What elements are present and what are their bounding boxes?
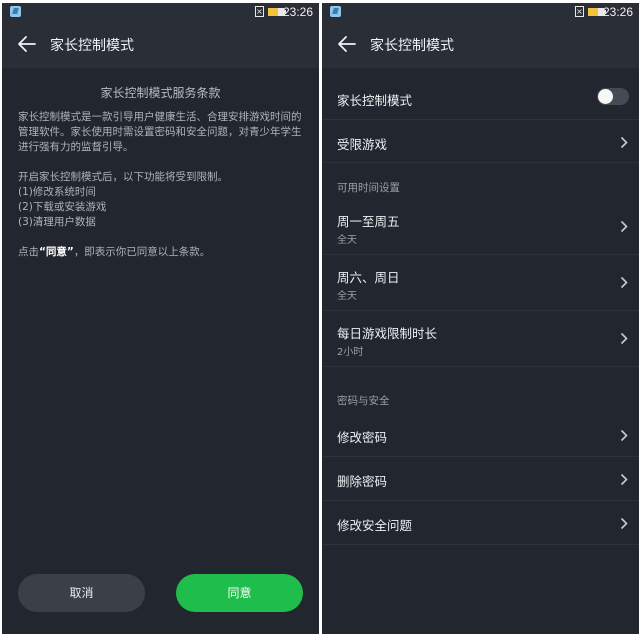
status-time: 23:26 [602, 5, 633, 19]
chevron-right-icon [620, 429, 628, 442]
daily-limit-value: 2小时 [337, 347, 364, 358]
restriction-item: (2)下载或安装游戏 [18, 201, 107, 213]
agree-notice: 点击“同意”，即表示你已同意以上条款。 [18, 246, 211, 258]
section-header: 可用时间设置 [337, 182, 400, 194]
section-header: 密码与安全 [337, 395, 390, 407]
battery-icon [268, 8, 286, 16]
weekend-label: 周六、周日 [337, 270, 400, 285]
app-bar: 家长控制模式 [2, 21, 319, 68]
status-bar: × 23:26 [322, 3, 639, 21]
settings-screen: × 23:26 家长控制模式 家长控制模式 受限游戏 可用时间设置 周一至周五 … [322, 3, 639, 634]
chevron-right-icon [620, 473, 628, 486]
chevron-right-icon [620, 276, 628, 289]
security-section: 密码与安全 [322, 367, 639, 413]
app-bar: 家长控制模式 [322, 21, 639, 68]
no-sim-icon: × [255, 6, 264, 17]
chevron-right-icon [620, 136, 628, 149]
status-time: 23:26 [282, 5, 313, 19]
agree-button[interactable]: 同意 [176, 574, 303, 612]
no-sim-icon: × [575, 6, 584, 17]
delete-password-row[interactable]: 删除密码 [322, 457, 639, 501]
delete-password-label: 删除密码 [337, 474, 388, 489]
restriction-intro: 开启家长控制模式后，以下功能将受到限制。 [18, 171, 228, 183]
back-arrow-icon[interactable] [16, 33, 38, 55]
restricted-games-row[interactable]: 受限游戏 [322, 120, 639, 163]
change-password-label: 修改密码 [337, 430, 388, 445]
back-arrow-icon[interactable] [336, 33, 358, 55]
change-security-question-label: 修改安全问题 [337, 518, 413, 533]
parental-mode-toggle[interactable] [597, 88, 629, 105]
time-settings-section: 可用时间设置 [322, 163, 639, 199]
terms-content: 家长控制模式服务条款 家长控制模式是一款引导用户健康生活、合理安排游戏时间的管理… [2, 84, 319, 260]
weekdays-row[interactable]: 周一至周五 全天 [322, 199, 639, 255]
terms-title: 家长控制模式服务条款 [100, 86, 221, 100]
change-password-row[interactable]: 修改密码 [322, 413, 639, 457]
app-notification-icon [10, 6, 21, 17]
restriction-item: (3)清理用户数据 [18, 216, 96, 228]
toggle-knob [598, 89, 613, 104]
daily-limit-row[interactable]: 每日游戏限制时长 2小时 [322, 311, 639, 367]
chevron-right-icon [620, 332, 628, 345]
restriction-item: (1)修改系统时间 [18, 186, 96, 198]
weekend-row[interactable]: 周六、周日 全天 [322, 255, 639, 311]
cancel-button[interactable]: 取消 [18, 574, 145, 612]
battery-level [268, 8, 279, 16]
chevron-right-icon [620, 220, 628, 233]
terms-screen: × 23:26 家长控制模式 家长控制模式服务条款 家长控制模式是一款引导用户健… [2, 3, 319, 634]
battery-level [588, 8, 599, 16]
terms-paragraph: 家长控制模式是一款引导用户健康生活、合理安排游戏时间的管理软件。家长使用时需设置… [18, 111, 302, 153]
app-notification-icon [330, 6, 341, 17]
weekdays-label: 周一至周五 [337, 214, 400, 229]
daily-limit-label: 每日游戏限制时长 [337, 326, 438, 341]
change-security-question-row[interactable]: 修改安全问题 [322, 501, 639, 545]
restricted-games-label: 受限游戏 [337, 137, 388, 152]
battery-icon [588, 8, 606, 16]
parental-mode-label: 家长控制模式 [337, 93, 413, 108]
page-title: 家长控制模式 [50, 38, 134, 54]
parental-mode-toggle-row[interactable]: 家长控制模式 [322, 68, 639, 120]
status-bar: × 23:26 [2, 3, 319, 21]
page-title: 家长控制模式 [370, 38, 454, 54]
chevron-right-icon [620, 517, 628, 530]
weekdays-value: 全天 [337, 235, 357, 246]
weekend-value: 全天 [337, 291, 357, 302]
